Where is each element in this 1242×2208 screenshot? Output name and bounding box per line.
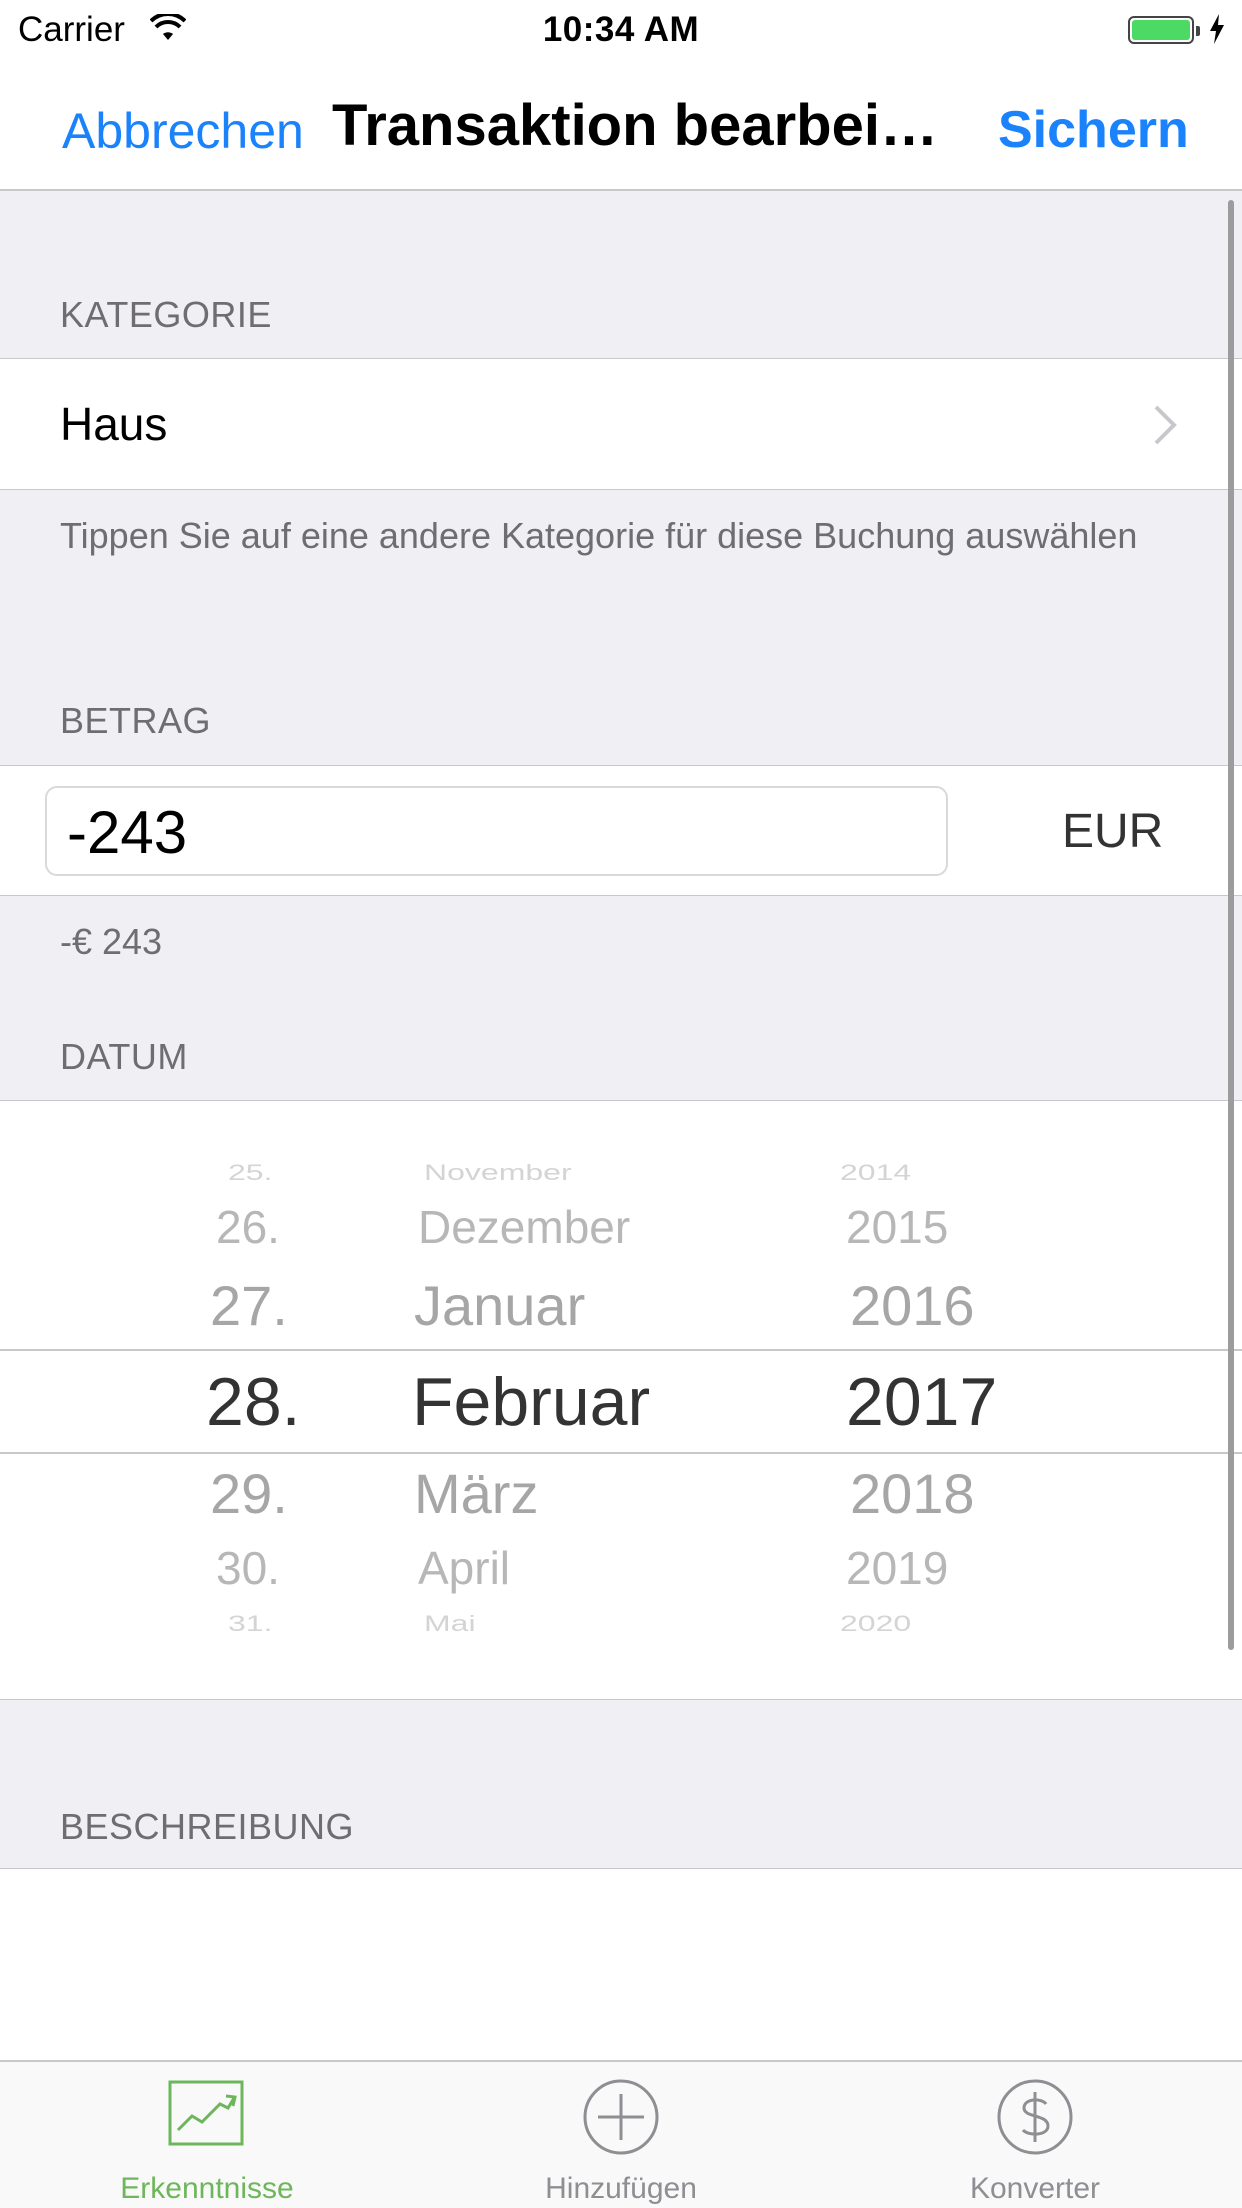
picker-day-option[interactable]: 25. <box>228 1160 272 1186</box>
picker-year-selected[interactable]: 2017 <box>846 1363 997 1441</box>
picker-month-option[interactable]: März <box>414 1461 538 1526</box>
battery-tip <box>1196 26 1200 36</box>
picker-month-option[interactable]: April <box>418 1541 510 1595</box>
picker-month-selected[interactable]: Februar <box>412 1363 650 1441</box>
currency-label[interactable]: EUR <box>1062 804 1163 859</box>
picker-month-option[interactable]: Mai <box>424 1611 476 1637</box>
description-input[interactable] <box>0 1868 1242 2060</box>
picker-year-option[interactable]: 2016 <box>850 1273 975 1338</box>
picker-month-option[interactable]: Januar <box>414 1273 585 1338</box>
plus-circle-icon <box>583 2079 659 2155</box>
picker-day-option[interactable]: 26. <box>216 1200 280 1254</box>
picker-year-option[interactable]: 2018 <box>850 1461 975 1526</box>
status-time: 10:34 AM <box>542 10 700 49</box>
date-section-header: DATUM <box>60 1036 188 1077</box>
picker-month-option[interactable]: Dezember <box>418 1200 630 1254</box>
picker-month-option[interactable]: November <box>424 1160 572 1186</box>
picker-selection-bottom-line <box>0 1452 1242 1454</box>
charging-bolt-icon <box>1210 14 1224 44</box>
tab-label: Erkenntnisse <box>120 2172 294 2205</box>
picker-day-option[interactable]: 29. <box>210 1461 288 1526</box>
navigation-bar: Abbrechen Transaktion bearbei… Sichern <box>0 60 1242 191</box>
page-title: Transaktion bearbei… <box>332 93 938 158</box>
amount-cell: -243 EUR <box>0 765 1242 896</box>
chart-trend-icon <box>168 2080 244 2146</box>
date-picker[interactable]: 25. 26. 27. 28. 29. 30. 31. November Dez… <box>0 1100 1242 1700</box>
cancel-button[interactable]: Abbrechen <box>62 102 304 160</box>
chevron-right-icon <box>1154 405 1177 445</box>
scroll-indicator[interactable] <box>1228 200 1234 1650</box>
tab-hinzufuegen[interactable]: Hinzufügen <box>414 2062 828 2208</box>
tab-erkenntnisse[interactable]: Erkenntnisse <box>0 2062 414 2208</box>
amount-input[interactable]: -243 <box>45 786 948 876</box>
picker-day-option[interactable]: 30. <box>216 1541 280 1595</box>
dollar-circle-icon <box>997 2079 1073 2155</box>
tab-label: Konverter <box>969 2172 1101 2205</box>
save-button[interactable]: Sichern <box>998 100 1189 160</box>
amount-input-value: -243 <box>67 799 188 866</box>
picker-year-option[interactable]: 2014 <box>840 1160 911 1186</box>
category-cell[interactable]: Haus <box>0 358 1242 490</box>
status-bar: Carrier 10:34 AM <box>0 0 1242 60</box>
tab-bar: Erkenntnisse Hinzufügen Konverter <box>0 2060 1242 2208</box>
amount-section-header: BETRAG <box>60 700 212 741</box>
picker-year-option[interactable]: 2015 <box>846 1200 948 1254</box>
picker-year-option[interactable]: 2019 <box>846 1541 948 1595</box>
picker-day-option[interactable]: 27. <box>210 1273 288 1338</box>
picker-day-option[interactable]: 31. <box>228 1611 272 1637</box>
category-value: Haus <box>60 398 168 450</box>
picker-year-option[interactable]: 2020 <box>840 1611 911 1637</box>
tab-konverter[interactable]: Konverter <box>828 2062 1242 2208</box>
category-section-footer: Tippen Sie auf eine andere Kategorie für… <box>60 515 1138 556</box>
amount-formatted: -€ 243 <box>60 921 163 962</box>
battery-icon <box>1128 16 1194 44</box>
tab-label: Hinzufügen <box>545 2172 697 2205</box>
picker-selection-top-line <box>0 1349 1242 1351</box>
picker-day-selected[interactable]: 28. <box>206 1363 301 1441</box>
category-section-header: KATEGORIE <box>60 294 272 335</box>
description-section-header: BESCHREIBUNG <box>60 1806 355 1847</box>
